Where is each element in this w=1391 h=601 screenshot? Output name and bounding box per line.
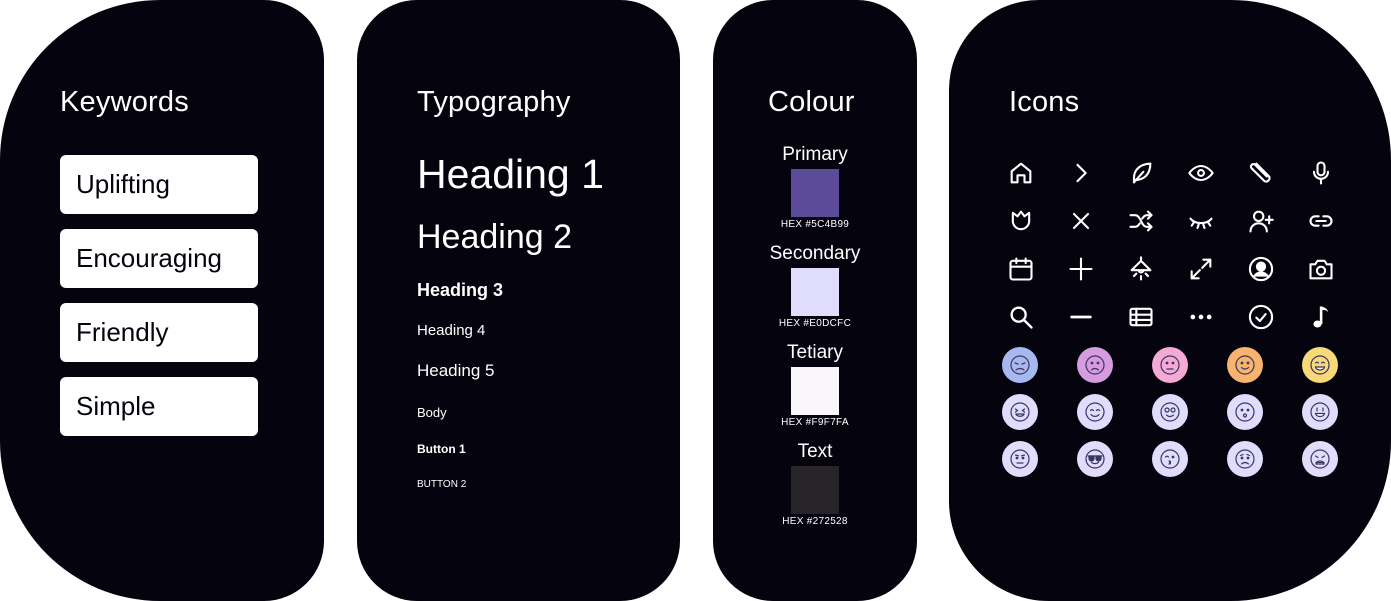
microphone-icon	[1307, 159, 1335, 187]
close-icon	[1067, 207, 1095, 235]
shuffle-icon	[1127, 207, 1155, 235]
heading-2-sample: Heading 2	[417, 218, 573, 256]
smile-face-icon	[1227, 347, 1263, 383]
keyword-encouraging: Encouraging	[60, 229, 258, 288]
add-user-icon	[1247, 207, 1275, 235]
keyword-friendly: Friendly	[60, 303, 258, 362]
icons-title: Icons	[1009, 86, 1080, 118]
music-note-icon	[1307, 303, 1335, 331]
minus-icon	[1067, 303, 1095, 331]
tulip-icon	[1007, 207, 1035, 235]
chevron-right-icon	[1067, 159, 1095, 187]
heading-4-sample: Heading 4	[417, 322, 486, 339]
keyword-uplifting: Uplifting	[60, 155, 258, 214]
button-1-sample: Button 1	[417, 442, 466, 456]
skeptical-face-icon	[1002, 441, 1038, 477]
swatch-hex-tetiary: HEX #F9F7FA	[781, 417, 849, 428]
swatch-hex-text: HEX #272528	[782, 516, 848, 527]
kiss-face-icon	[1152, 441, 1188, 477]
swatch-label-primary: Primary	[782, 144, 848, 165]
surprised-face-icon	[1227, 394, 1263, 430]
home-icon	[1007, 159, 1035, 187]
sad-face-icon	[1077, 347, 1113, 383]
swatch-hex-primary: HEX #5C4B99	[780, 219, 850, 230]
user-circle-icon	[1247, 255, 1275, 283]
grin-face-icon	[1302, 347, 1338, 383]
search-icon	[1007, 303, 1035, 331]
tongue-face-icon	[1002, 394, 1038, 430]
icons-panel: Icons	[949, 0, 1391, 601]
typography-title: Typography	[417, 86, 571, 118]
sunglasses-face-icon	[1077, 441, 1113, 477]
swatch-primary	[791, 169, 839, 217]
check-circle-icon	[1247, 303, 1275, 331]
swatch-text	[791, 466, 839, 514]
link-icon	[1307, 207, 1335, 235]
heading-5-sample: Heading 5	[417, 361, 495, 380]
eye-closed-icon	[1187, 207, 1215, 235]
keywords-title: Keywords	[60, 86, 189, 118]
swatch-hex-secondary: HEX #E0DCFC	[778, 318, 852, 329]
feather-icon	[1127, 159, 1155, 187]
plus-icon	[1067, 255, 1095, 283]
big-grin-face-icon	[1302, 394, 1338, 430]
heading-3-sample: Heading 3	[417, 280, 504, 300]
heading-1-sample: Heading 1	[417, 151, 604, 197]
heart-eyes-face-icon	[1152, 394, 1188, 430]
worried-face-icon	[1152, 347, 1188, 383]
swatch-secondary	[791, 268, 839, 316]
colour-panel: Colour Primary HEX #5C4B99 Secondary HEX…	[713, 0, 917, 601]
more-icon	[1187, 303, 1215, 331]
swatch-tetiary	[791, 367, 839, 415]
swatch-label-tetiary: Tetiary	[787, 342, 843, 363]
calendar-icon	[1007, 255, 1035, 283]
lamp-icon	[1127, 255, 1155, 283]
expand-icon	[1187, 255, 1215, 283]
keywords-panel: Keywords Uplifting Encouraging Friendly …	[0, 0, 324, 601]
swatch-label-text: Text	[797, 441, 833, 462]
body-sample: Body	[417, 405, 447, 420]
frown-face-icon	[1227, 441, 1263, 477]
eye-icon	[1187, 159, 1215, 187]
camera-icon	[1307, 255, 1335, 283]
keyword-simple: Simple	[60, 377, 258, 436]
happy-face-icon	[1077, 394, 1113, 430]
weary-face-icon	[1302, 441, 1338, 477]
button-2-sample: BUTTON 2	[417, 479, 467, 490]
tired-face-icon	[1002, 347, 1038, 383]
table-icon	[1127, 303, 1155, 331]
typography-panel: Typography Heading 1 Heading 2 Heading 3…	[357, 0, 680, 601]
swatch-label-secondary: Secondary	[769, 243, 861, 264]
paperclip-icon	[1247, 159, 1275, 187]
colour-title: Colour	[768, 86, 855, 118]
